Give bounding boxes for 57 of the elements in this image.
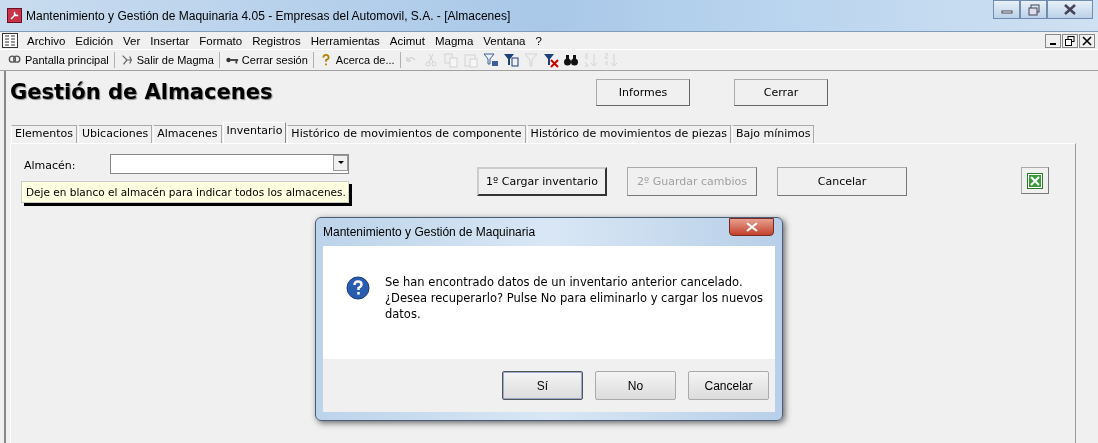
menu-item[interactable]: Herramientas (305, 34, 385, 47)
menu-item[interactable]: Formato (194, 34, 248, 47)
restore-icon (1027, 3, 1040, 16)
menu-item[interactable]: Magma (429, 34, 479, 47)
toolbar-button[interactable]: Acerca de... (313, 52, 401, 68)
spreadsheet-icon (1027, 172, 1043, 189)
close-icon (1082, 35, 1092, 46)
dialog-button[interactable]: Cancelar (688, 371, 769, 400)
menu-item[interactable]: Acimut (384, 34, 430, 47)
tab[interactable]: Inventario (222, 122, 287, 143)
menu-item[interactable]: Insertar (145, 34, 195, 47)
question-icon (346, 276, 370, 300)
find-icon[interactable] (562, 52, 579, 68)
form-heading: Gestión de Almacenes (10, 80, 274, 104)
filter-remove-icon[interactable] (542, 52, 559, 68)
dialog-message: Se han encontrado datos de un inventario anterior cancelado. ¿Desea recuperarlo? Pulse No para eliminarlo y cargar los nuevos datos. (385, 274, 765, 322)
action-button[interactable]: Cancelar (777, 167, 907, 196)
tab[interactable]: Histórico de movimientos de piezas (526, 125, 731, 143)
dialog-button[interactable]: No (595, 371, 676, 400)
action-button[interactable]: 1º Cargar inventario (477, 167, 607, 196)
close-icon (1064, 4, 1076, 15)
restore-icon (1065, 35, 1075, 46)
restore-button[interactable] (1062, 33, 1078, 48)
close-button[interactable] (729, 218, 774, 236)
tab[interactable]: Bajo mínimos (731, 125, 815, 143)
menu-item[interactable]: Ver (118, 34, 146, 47)
minimize-icon (1050, 42, 1056, 45)
close-button[interactable] (1079, 33, 1095, 48)
form-button[interactable]: Cerrar (734, 78, 828, 106)
window-title: Mantenimiento y Gestión de Maquinaria 4.05 - Empresas del Automovil, S.A. - [Almacenes] (26, 8, 512, 23)
dropdown-arrow-icon (337, 161, 344, 165)
toolbar-button[interactable]: Salir de Magma (114, 52, 220, 68)
menu-item[interactable]: Ventana (478, 34, 531, 47)
close-icon (745, 222, 758, 232)
toolbar-button[interactable]: Pantalla principal (3, 52, 115, 68)
dialog-title: Mantenimiento y Gestión de Maquinaria (323, 225, 537, 239)
filter-form-icon[interactable] (482, 52, 499, 68)
tab[interactable]: Almacenes (153, 125, 222, 143)
hint-tooltip: Deje en blanco el almacén para indicar todos los almacenes. (21, 181, 349, 203)
menu-item[interactable]: Edición (70, 34, 119, 47)
dialog-button[interactable]: Sí (502, 371, 583, 400)
form-button[interactable]: Informes (596, 78, 690, 106)
menu-item[interactable]: ? (530, 34, 547, 47)
tab[interactable]: Histórico de movimientos de componente (287, 125, 526, 143)
app-icon (7, 8, 22, 23)
document-icon[interactable] (2, 33, 18, 48)
tab[interactable]: Ubicaciones (78, 125, 153, 143)
menu-item[interactable]: Archivo (22, 34, 71, 47)
minimize-button[interactable] (1045, 33, 1061, 48)
menu-item[interactable]: Registros (247, 34, 306, 47)
spreadsheet-export-button[interactable] (1021, 167, 1049, 194)
dropdown-button[interactable] (333, 155, 348, 171)
filter-selection-icon[interactable] (502, 52, 519, 68)
tab[interactable]: Elementos (11, 125, 77, 143)
toolbar-button[interactable]: Cerrar sesión (219, 52, 314, 68)
close-button[interactable] (1047, 0, 1093, 19)
field-label: Almacén: (24, 159, 77, 172)
